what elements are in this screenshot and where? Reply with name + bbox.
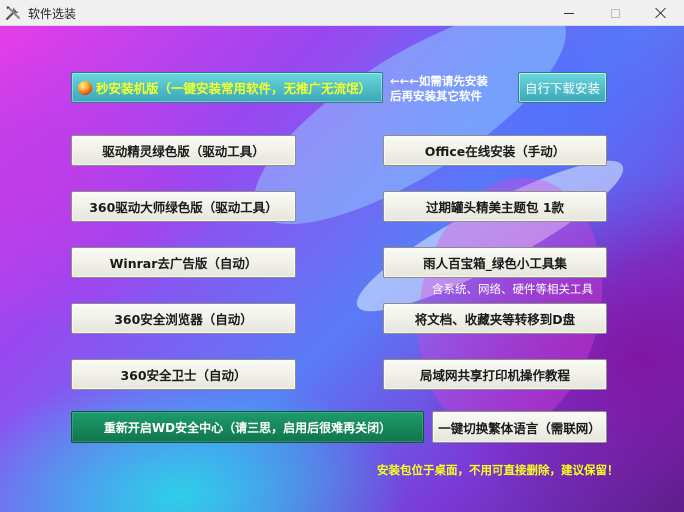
driver-genius-button[interactable]: 驱动精灵绿色版（驱动工具） [71,135,296,166]
theme-pack-button[interactable]: 过期罐头精美主题包 1款 [383,191,607,222]
winrar-button[interactable]: Winrar去广告版（自动） [71,247,296,278]
maximize-icon [610,8,620,18]
traditional-chinese-button[interactable]: 一键切换繁体语言（需联网） [432,411,607,443]
move-to-d-button[interactable]: 将文档、收藏夹等转移到D盘 [383,303,607,334]
install-first-hint: ←←←如需请先安装 后再安装其它软件 [390,74,510,104]
browser-button[interactable]: 360安全浏览器（自动） [71,303,296,334]
toolbox-hint: 含系统、网络、硬件等相关工具 [432,282,593,296]
maximize-button[interactable] [592,0,638,26]
driver-master-button[interactable]: 360驱动大师绿色版（驱动工具） [71,191,296,222]
app-window: 软件选装 秒安装机版（一键安装常用软件，无推广无流氓） ←←←如需请先安装 后再… [0,0,684,512]
printer-tutorial-button[interactable]: 局域网共享打印机操作教程 [383,359,607,390]
security-guard-button[interactable]: 360安全卫士（自动） [71,359,296,390]
orb-icon [78,80,92,95]
hint-line-1: ←←←如需请先安装 [390,74,488,88]
hint-line-2: 后再安装其它软件 [390,89,482,103]
minimize-button[interactable] [546,0,592,26]
minimize-icon [564,12,574,14]
quick-install-button[interactable]: 秒安装机版（一键安装常用软件，无推广无流氓） [71,72,383,103]
title-bar[interactable]: 软件选装 [0,0,684,26]
wd-security-button[interactable]: 重新开启WD安全中心（请三思，启用后很难再关闭） [71,411,424,443]
toolbox-button[interactable]: 雨人百宝箱_绿色小工具集 [383,247,607,278]
quick-install-label: 秒安装机版（一键安装常用软件，无推广无流氓） [96,81,372,96]
main-panel: 秒安装机版（一键安装常用软件，无推广无流氓） ←←←如需请先安装 后再安装其它软… [0,26,684,512]
tools-icon [5,6,20,21]
office-install-button[interactable]: Office在线安装（手动） [383,135,607,166]
self-download-button[interactable]: 自行下载安装 [518,72,607,103]
window-title: 软件选装 [28,7,77,21]
desktop-package-note: 安装包位于桌面，不用可直接删除，建议保留！ [377,463,619,477]
close-button[interactable] [638,0,684,26]
close-icon [655,7,667,19]
